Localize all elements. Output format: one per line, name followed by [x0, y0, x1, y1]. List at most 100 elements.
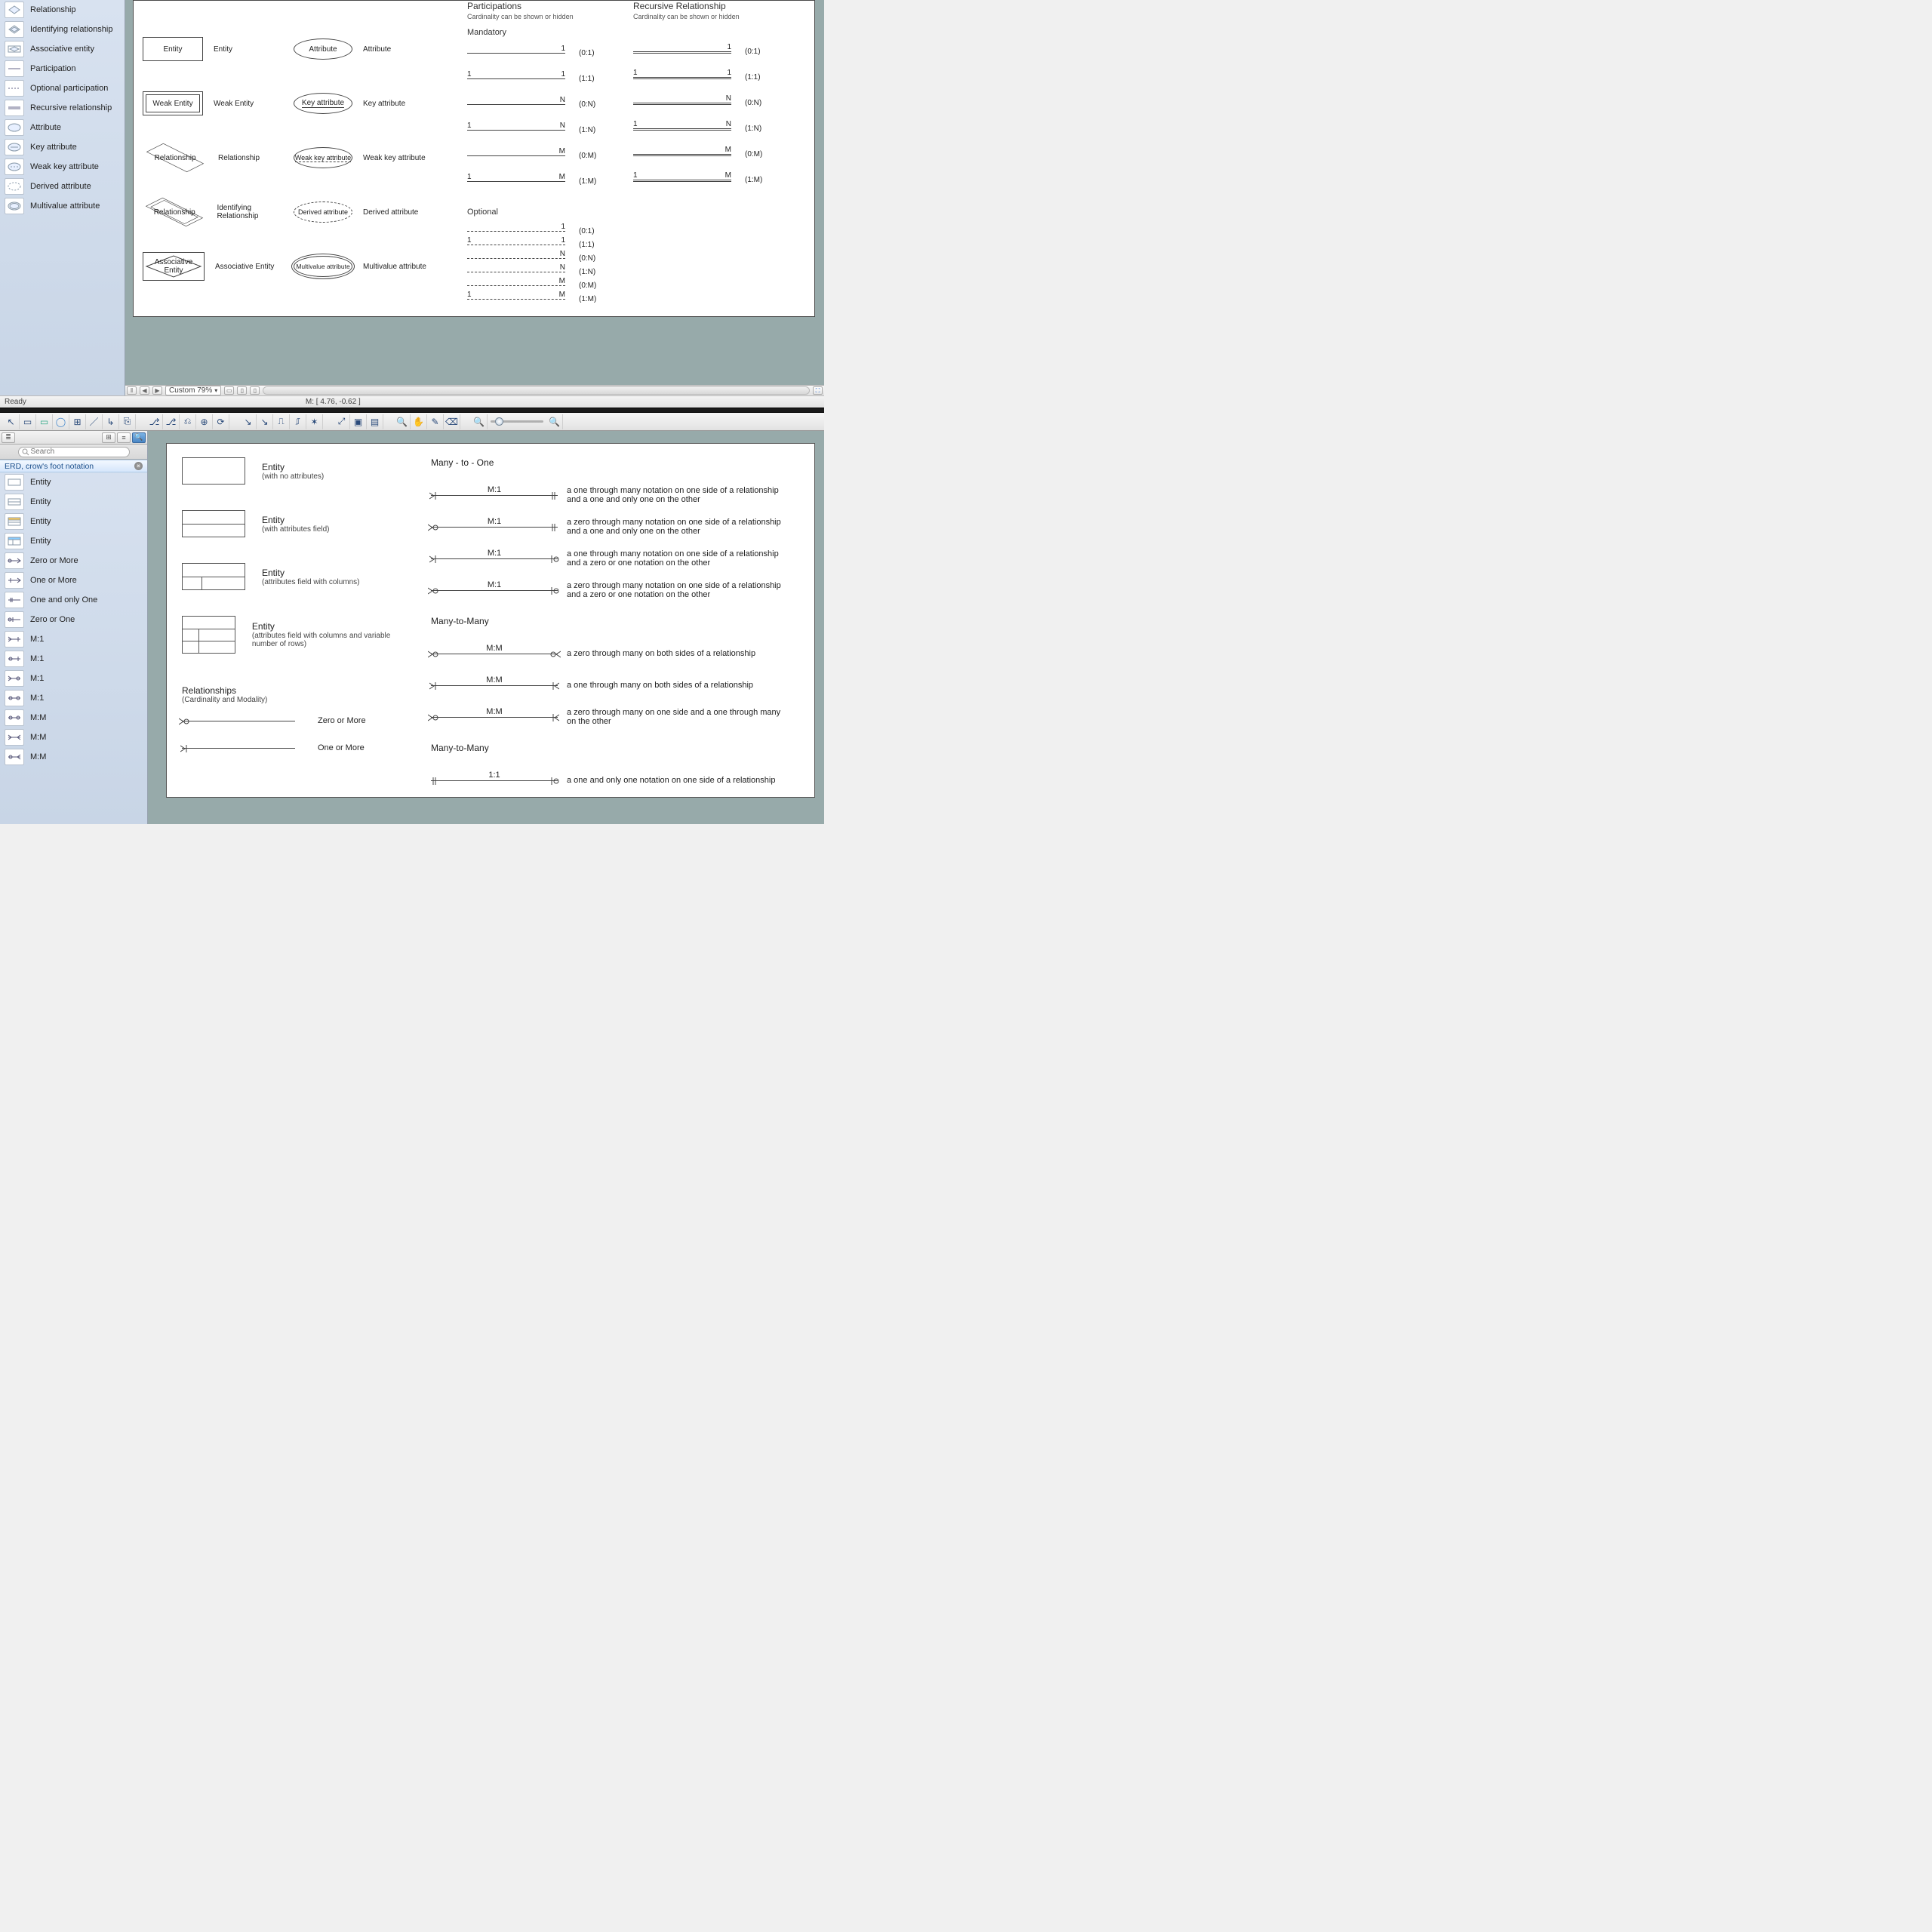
library-item[interactable]: Zero or One	[0, 610, 147, 629]
library-item[interactable]: Relationship	[0, 0, 125, 20]
library-item[interactable]: M:M	[0, 708, 147, 728]
library-item[interactable]: Attribute	[0, 118, 125, 137]
chain-tool-icon[interactable]: ⎘	[119, 414, 136, 429]
zoom-slider[interactable]	[491, 420, 543, 423]
horizontal-scrollbar[interactable]: ‖ ◀ ▶ Custom 79%▾ ▭ ▯ ▯ ⛶	[125, 385, 824, 395]
connector-tool-icon[interactable]: ↳	[103, 414, 119, 429]
table-tool-icon[interactable]: ⊞	[69, 414, 86, 429]
cardinality-line[interactable]: M(0:M)	[467, 149, 633, 162]
fit-width-icon[interactable]: ▤	[367, 414, 383, 429]
rect-tool-icon[interactable]: ▭	[20, 414, 36, 429]
library-item[interactable]: Entity	[0, 531, 147, 551]
entity-prototype[interactable]: Entity(with no attributes)	[182, 457, 416, 485]
shape-prototype[interactable]: EntityEntity	[143, 22, 294, 76]
library-item[interactable]: Entity	[0, 512, 147, 531]
refresh-icon[interactable]: ⟳	[213, 414, 229, 429]
line-tool-icon[interactable]: ／	[86, 414, 103, 429]
library-item[interactable]: M:M	[0, 728, 147, 747]
crow-canvas[interactable]: Entity(with no attributes) Entity(with at…	[148, 431, 824, 824]
library-item[interactable]: M:M	[0, 747, 147, 767]
shape-prototype[interactable]: AttributeAttribute	[294, 22, 467, 76]
search-view-icon[interactable]: 🔍	[132, 432, 146, 443]
library-item[interactable]: M:1	[0, 649, 147, 669]
entity-prototype[interactable]: Entity(with attributes field)	[182, 510, 416, 537]
chen-canvas[interactable]: EntityEntityWeak EntityWeak EntityRelati…	[125, 0, 824, 385]
cardinality-line[interactable]: 1(0:1)	[633, 45, 788, 58]
library-tree-view-icon[interactable]: ≣	[2, 432, 15, 443]
arrow-alt-icon[interactable]: ↘	[257, 414, 273, 429]
relationship-example[interactable]: M:1a one through many notation on one si…	[431, 481, 808, 509]
node-add-icon[interactable]: ⊕	[196, 414, 213, 429]
view-mode-2-icon[interactable]: ▯	[237, 386, 247, 395]
shape-prototype[interactable]: Weak key attributeWeak key attribute	[294, 131, 467, 185]
shape-prototype[interactable]: Multivalue attributeMultivalue attribute	[294, 239, 467, 294]
relationship-prototype[interactable]: One or More	[182, 743, 416, 752]
shape-prototype[interactable]: RelationshipRelationship	[143, 131, 294, 185]
zoom-in-icon[interactable]: 🔍	[394, 414, 411, 429]
cardinality-line[interactable]: N(1:N)	[467, 265, 633, 278]
tree-both-icon[interactable]: ⎌	[180, 414, 196, 429]
library-item[interactable]: Multivalue attribute	[0, 196, 125, 216]
arrow-icon[interactable]: ↘	[240, 414, 257, 429]
cardinality-line[interactable]: 1(0:1)	[467, 46, 633, 60]
tree-v-icon[interactable]: ⎇	[163, 414, 180, 429]
cardinality-line[interactable]: 1N(1:N)	[467, 123, 633, 137]
pan-icon[interactable]: ✋	[411, 414, 427, 429]
zoom-in-button[interactable]: 🔍	[546, 414, 563, 429]
view-mode-3-icon[interactable]: ▯	[250, 386, 260, 395]
tree-h-icon[interactable]: ⎇	[146, 414, 163, 429]
view-mode-1-icon[interactable]: ▭	[224, 386, 234, 395]
snap-icon[interactable]: ✶	[306, 414, 323, 429]
cardinality-line[interactable]: 1M(1:M)	[633, 173, 788, 186]
relationship-example[interactable]: M:1a one through many notation on one si…	[431, 545, 808, 572]
library-item[interactable]: M:1	[0, 688, 147, 708]
relationship-example[interactable]: 1:1a one and only one notation on one si…	[431, 767, 808, 794]
rounded-rect-tool-icon[interactable]: ▭	[36, 414, 53, 429]
pane-toggle-icon[interactable]: ‖	[127, 386, 137, 395]
shape-prototype[interactable]: Key attributeKey attribute	[294, 76, 467, 131]
relationship-example[interactable]: M:Ma zero through many on one side and a…	[431, 703, 808, 731]
library-item[interactable]: M:1	[0, 629, 147, 649]
page-prev-button[interactable]: ◀	[140, 386, 149, 395]
entity-prototype[interactable]: Entity(attributes field with columns and…	[182, 616, 416, 654]
cardinality-line[interactable]: 1N(1:N)	[633, 122, 788, 135]
cardinality-line[interactable]: 1M(1:M)	[467, 174, 633, 188]
fullscreen-icon[interactable]: ⛶	[813, 386, 823, 395]
cardinality-line[interactable]: M(0:M)	[633, 147, 788, 161]
library-item[interactable]: Identifying relationship	[0, 20, 125, 39]
cardinality-line[interactable]: 1(0:1)	[467, 224, 633, 238]
fit-page-icon[interactable]: ▣	[350, 414, 367, 429]
library-item[interactable]: Recursive relationship	[0, 98, 125, 118]
shape-prototype[interactable]: AssociativeEntityAssociative Entity	[143, 239, 294, 294]
relationship-prototype[interactable]: Zero or More	[182, 716, 416, 725]
relationship-example[interactable]: M:Ma zero through many on both sides of …	[431, 640, 808, 667]
shape-prototype[interactable]: RelationshipIdentifying Relationship	[143, 185, 294, 239]
library-item[interactable]: Key attribute	[0, 137, 125, 157]
actual-size-icon[interactable]: ⤢	[334, 414, 350, 429]
grid-view-icon[interactable]: ⊞	[102, 432, 115, 443]
library-item[interactable]: Associative entity	[0, 39, 125, 59]
eraser-icon[interactable]: ⌫	[444, 414, 460, 429]
zoom-combo[interactable]: Custom 79%▾	[165, 386, 221, 395]
cardinality-line[interactable]: N(0:N)	[467, 251, 633, 265]
route-2-icon[interactable]: ⎎	[290, 414, 306, 429]
library-section-title[interactable]: ERD, crow's foot notation ×	[0, 460, 147, 472]
library-item[interactable]: One or More	[0, 571, 147, 590]
list-view-icon[interactable]: ≡	[117, 432, 131, 443]
library-item[interactable]: Optional participation	[0, 78, 125, 98]
library-item[interactable]: Entity	[0, 472, 147, 492]
relationship-example[interactable]: M:1a zero through many notation on one s…	[431, 577, 808, 604]
library-item[interactable]: Weak key attribute	[0, 157, 125, 177]
cardinality-line[interactable]: N(0:N)	[467, 97, 633, 111]
page-next-button[interactable]: ▶	[152, 386, 162, 395]
close-library-icon[interactable]: ×	[134, 462, 143, 470]
cardinality-line[interactable]: 1M(1:M)	[467, 292, 633, 306]
library-item[interactable]: Zero or More	[0, 551, 147, 571]
zoom-out-button[interactable]: 🔍	[471, 414, 488, 429]
cardinality-line[interactable]: 11(1:1)	[467, 238, 633, 251]
library-item[interactable]: Entity	[0, 492, 147, 512]
shape-prototype[interactable]: Weak EntityWeak Entity	[143, 76, 294, 131]
relationship-example[interactable]: M:Ma one through many on both sides of a…	[431, 672, 808, 699]
cardinality-line[interactable]: N(0:N)	[633, 96, 788, 109]
route-1-icon[interactable]: ⎍	[273, 414, 290, 429]
